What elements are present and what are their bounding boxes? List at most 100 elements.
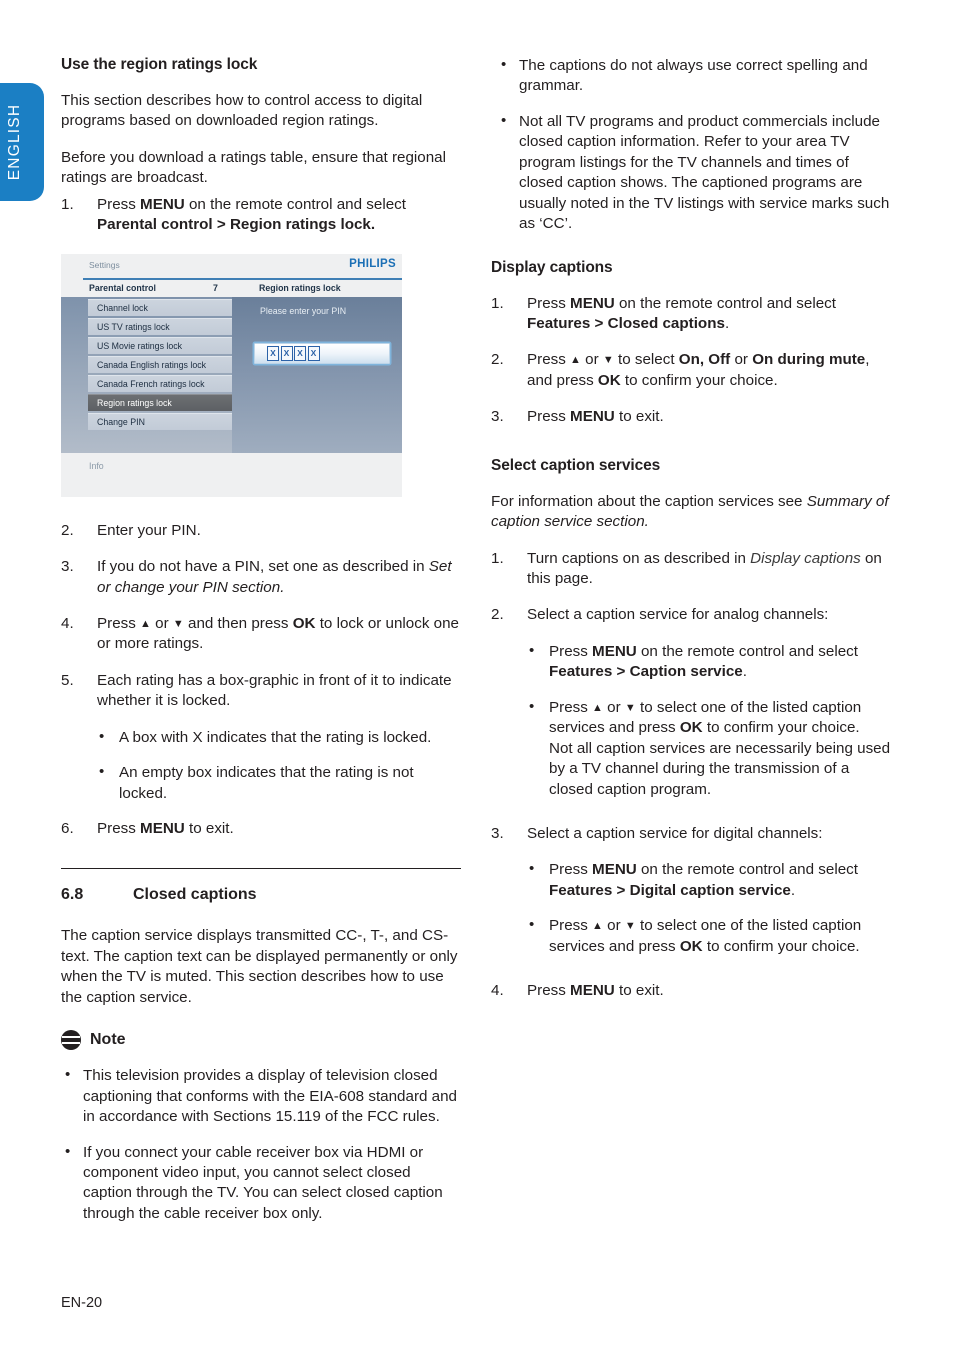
bullet-text: If you connect your cable receiver box v… [83,1143,443,1222]
menu-path-features: Features [549,663,613,681]
arrow-up-icon: ▲ [140,617,151,630]
menu-path-region-ratings-lock: Region ratings lock. [229,216,376,234]
list-item: • An empty box indicates that the rating … [97,763,461,804]
list-item: • If you connect your cable receiver box … [61,1143,461,1225]
menu-keyword: MENU [592,861,637,879]
tv-info-label: Info [89,460,104,471]
step-number: 1. [491,549,504,567]
list-item: • Press ▲ or ▼ to select one of the liste… [527,916,891,957]
step-text-a: Turn captions on as described in [527,549,751,567]
ok-keyword: OK [597,371,621,389]
bullet-text-a: Press [549,861,593,879]
list-item: • The captions do not always use correct … [491,56,891,97]
step-text-b: to exit. [614,408,664,426]
step-1: 1. Press MENU on the remote control and s… [61,195,461,236]
bullet-icon: • [529,860,535,878]
bullet-text-or: or [602,917,625,935]
tv-breadcrumb: Parental control 7 Region ratings lock [61,279,402,297]
step-number: 3. [61,558,74,576]
menu-keyword: MENU [570,982,615,1000]
step-2: 2. Enter your PIN. [61,521,461,541]
menu-path-features: Features [549,881,613,899]
note-title: Note [90,1031,126,1049]
pin-input[interactable]: X X X X [254,342,390,364]
menu-keyword: MENU [570,294,615,312]
page-title: Use the region ratings lock [61,56,258,73]
step-number: 3. [491,824,504,842]
bullet-text: An empty box indicates that the rating i… [119,764,414,802]
tv-menu-item-change-pin[interactable]: Change PIN [88,412,232,430]
pin-digit: X [280,346,293,362]
bullet-text-a: Press [549,642,593,660]
step-text-b: on the remote control and select [184,195,406,213]
menu-path-closed-captions: Closed captions [607,314,725,332]
bullet-text-c: to confirm your choice. [702,937,860,955]
display-captions-reference: Display captions [750,549,861,567]
step-3: 3. If you do not have a PIN, set one as d… [61,557,461,598]
tv-menu-item-region-ratings-lock[interactable]: Region ratings lock [88,393,232,411]
list-item: • Not all TV programs and product commerc… [491,112,891,235]
philips-logo: PHILIPS [349,257,396,270]
step-text-a: Press [527,982,571,1000]
menu-path-digital-caption-service: Digital caption service [629,881,791,899]
step-number: 2. [491,351,504,369]
breadcrumb-parental-control: Parental control [89,282,156,293]
bullet-text-or: or [602,698,625,716]
step-number: 2. [491,606,504,624]
display-captions-step-3: 3. Press MENU to exit. [491,407,891,427]
select-caption-step-4: 4. Press MENU to exit. [491,981,891,1001]
arrow-down-icon: ▼ [624,920,636,933]
arrow-up-icon: ▲ [570,354,581,367]
page-folio: EN-20 [61,1295,103,1311]
bullet-text: This television provides a display of te… [83,1067,458,1126]
menu-keyword: MENU [592,642,637,660]
ok-keyword: OK [679,719,703,737]
breadcrumb-region-ratings-lock: Region ratings lock [259,282,341,293]
step-number: 4. [491,982,504,1000]
bullet-text-c: to confirm your choice. [702,719,860,737]
pin-prompt-label: Please enter your PIN [260,305,347,316]
step-6: 6. Press MENU to exit. [61,819,461,839]
intro-text: For information about the caption servic… [491,492,807,510]
bullet-period: . [742,663,747,681]
bullet-text-b: on the remote control and select [636,642,858,660]
display-captions-step-2: 2. Press ▲ or ▼ to select On, Off or On d… [491,350,891,391]
bullet-text-a: Press [549,698,593,716]
subheading-select-caption-services: Select caption services [491,456,661,474]
section-paragraph: The caption service displays transmitted… [61,927,458,1006]
bullet-icon: • [529,697,535,715]
list-item: • This television provides a display of t… [61,1066,461,1127]
tv-menu-item-canada-english-ratings-lock[interactable]: Canada English ratings lock [88,355,232,373]
bullet-icon: • [65,1142,71,1160]
tv-detail-pane: Please enter your PIN X X X X [232,296,402,453]
intro-paragraph-2: Before you download a ratings table, ens… [61,148,447,187]
option-on-off: On, Off [678,351,731,369]
tv-menu-item-us-tv-ratings-lock[interactable]: US TV ratings lock [88,317,232,335]
step-text-or2: or [730,351,753,369]
pin-digit: X [294,346,306,362]
menu-path-separator: > [590,314,608,332]
language-tab-label: ENGLISH [6,103,23,181]
tv-menu-item-channel-lock[interactable]: Channel lock [88,298,232,316]
note-header: Note [61,1030,461,1051]
step-text-a: If you do not have a PIN, set one as des… [97,558,429,576]
step-text-or: or [580,351,603,369]
step-text: Select a caption service for digital cha… [527,824,823,842]
step-text: Each rating has a box-graphic in front o… [97,671,452,710]
step-text-b: on the remote control and select [614,294,836,312]
bullet-icon: • [99,727,105,745]
select-caption-intro: For information about the caption servic… [491,492,891,533]
select-caption-step-2: 2. Select a caption service for analog ch… [491,605,891,625]
tv-menu-list: Channel lock US TV ratings lock US Movie… [88,298,232,432]
bullet-period: . [790,881,796,899]
tv-menu-item-us-movie-ratings-lock[interactable]: US Movie ratings lock [88,336,232,354]
arrow-up-icon: ▲ [592,920,603,933]
bullet-icon: • [501,56,507,73]
step-text-a: Press [527,294,571,312]
option-on-during-mute: On during mute [752,351,866,369]
step-number: 1. [491,294,504,312]
step-text-b: to exit. [184,820,234,837]
step-text-a: Press [527,351,571,369]
menu-keyword: MENU [140,195,185,213]
tv-menu-item-canada-french-ratings-lock[interactable]: Canada French ratings lock [88,374,232,392]
